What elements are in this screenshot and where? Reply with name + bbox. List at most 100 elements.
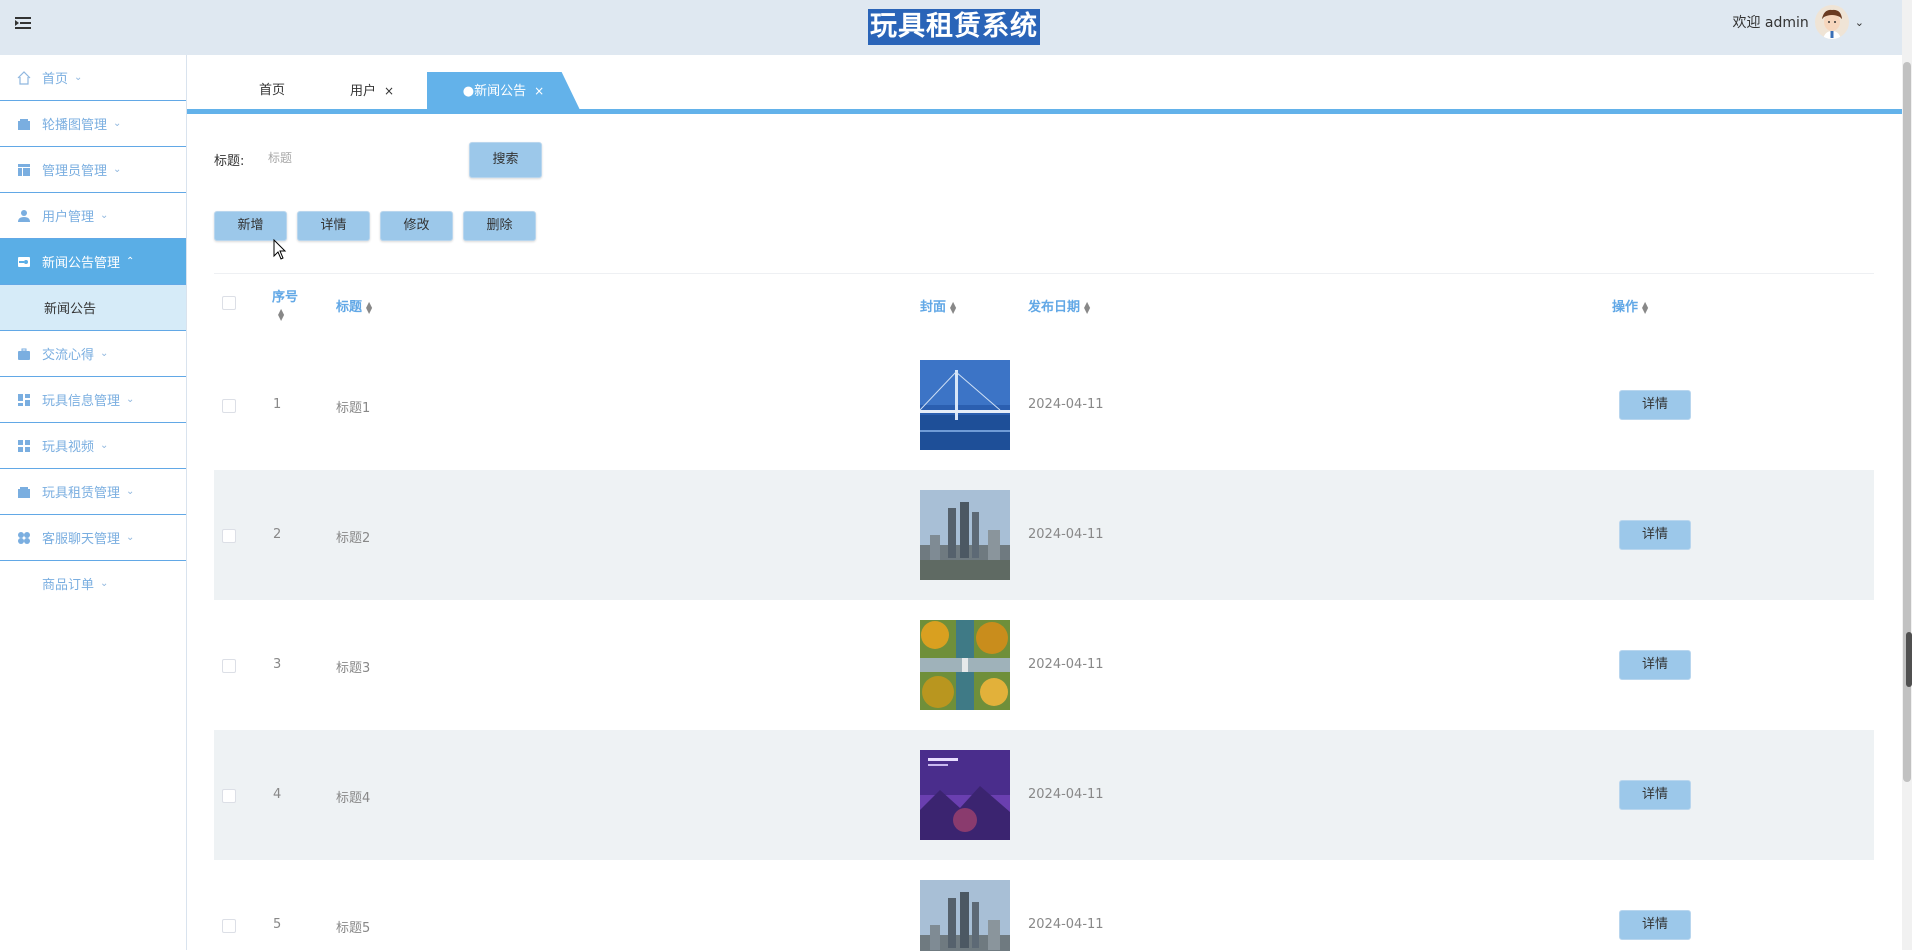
row-checkbox[interactable] [222, 529, 236, 543]
row-index: 4 [273, 787, 282, 802]
close-icon[interactable]: × [384, 84, 394, 98]
sort-icon[interactable]: ▲ ▼ [950, 300, 956, 314]
delete-button[interactable]: 删除 [463, 211, 536, 241]
folder-icon [16, 116, 32, 132]
table-row[interactable]: 3 标题3 2024-04-11 详情 [214, 600, 1874, 730]
table-row[interactable]: 4 标题4 2024-04-11 详情 [214, 730, 1874, 860]
row-detail-button[interactable]: 详情 [1619, 520, 1691, 550]
row-detail-button[interactable]: 详情 [1619, 910, 1691, 940]
search-input[interactable] [266, 143, 460, 173]
chevron-down-icon: ⌄ [126, 486, 135, 497]
row-checkbox[interactable] [222, 919, 236, 933]
sidebar-subitem-news[interactable]: 新闻公告 [0, 285, 186, 331]
layout-icon [16, 162, 32, 178]
row-title: 标题4 [336, 791, 371, 806]
cover-image-park[interactable] [920, 620, 1010, 710]
chevron-up-icon: ⌃ [126, 256, 135, 267]
grid-icon [16, 438, 32, 454]
column-label: 标题 [336, 300, 363, 315]
sidebar: 首页 ⌄ 轮播图管理 ⌄ 管理员管理 ⌄ 用户管理 ⌄ 新闻公告管理 ⌃ 新闻公… [0, 55, 187, 950]
row-detail-button[interactable]: 详情 [1619, 780, 1691, 810]
sidebar-item-carousel[interactable]: 轮播图管理 ⌄ [0, 101, 186, 147]
page-scrollbar[interactable] [1902, 0, 1912, 950]
row-title: 标题5 [336, 921, 371, 936]
avatar[interactable] [1814, 5, 1849, 39]
tab-label: 用户 [349, 84, 376, 99]
sidebar-item-exchange[interactable]: 交流心得 ⌄ [0, 331, 186, 377]
tab-news[interactable]: ●新闻公告 × [427, 72, 580, 110]
news-table: 序号 ▲ ▼ 标题 ▲ ▼ 封面 ▲ ▼ 发布日期 ▲ ▼ 操作 ▲ ▼ 1 标题1 [214, 273, 1874, 951]
cover-image-purple-poster[interactable] [920, 750, 1010, 840]
sidebar-item-label: 轮播图管理 [42, 118, 108, 133]
top-header: 玩具租赁系统 欢迎 admin ⌄ [0, 0, 1902, 55]
chevron-down-icon: ⌄ [126, 532, 135, 543]
column-label: 封面 [920, 300, 947, 315]
row-title: 标题2 [336, 531, 371, 546]
column-label: 操作 [1612, 300, 1639, 315]
table-row[interactable]: 2 标题2 2024-04-11 详情 [214, 470, 1874, 600]
sidebar-item-users[interactable]: 用户管理 ⌄ [0, 193, 186, 239]
sidebar-item-toy-video[interactable]: 玩具视频 ⌄ [0, 423, 186, 469]
sidebar-item-toy-rental[interactable]: 玩具租赁管理 ⌄ [0, 469, 186, 515]
sort-icon[interactable]: ▲ ▼ [1084, 300, 1090, 314]
card-icon [16, 254, 32, 270]
chevron-down-icon: ⌄ [100, 210, 109, 221]
sidebar-item-home[interactable]: 首页 ⌄ [0, 55, 186, 101]
sidebar-item-label: 首页 [42, 72, 69, 87]
row-date: 2024-04-11 [1028, 917, 1104, 932]
row-detail-button[interactable]: 详情 [1619, 390, 1691, 420]
tab-label: 首页 [258, 83, 285, 98]
add-button[interactable]: 新增 [214, 211, 287, 241]
row-checkbox[interactable] [222, 399, 236, 413]
edit-button[interactable]: 修改 [380, 211, 453, 241]
search-label: 标题: [214, 154, 245, 169]
sidebar-item-label: 玩具视频 [42, 440, 95, 455]
row-index: 2 [273, 527, 282, 542]
search-button[interactable]: 搜索 [469, 142, 542, 178]
apps-icon [16, 530, 32, 546]
chevron-down-icon: ⌄ [100, 440, 109, 451]
column-label: 序号 [272, 290, 299, 305]
row-date: 2024-04-11 [1028, 657, 1104, 672]
user-menu[interactable]: 欢迎 admin ⌄ [1732, 5, 1864, 39]
column-header-cover[interactable]: 封面 ▲ ▼ [920, 296, 956, 315]
sidebar-item-news[interactable]: 新闻公告管理 ⌃ [0, 239, 186, 285]
row-index: 3 [273, 657, 282, 672]
sidebar-item-orders[interactable]: 商品订单 ⌄ [0, 561, 186, 606]
close-icon[interactable]: × [534, 84, 544, 98]
mouse-cursor-icon [273, 239, 287, 260]
tab-users[interactable]: 用户 × [327, 72, 417, 110]
cover-image-bridge[interactable] [920, 360, 1010, 450]
sort-icon[interactable]: ▲ ▼ [278, 308, 298, 322]
cover-image-city[interactable] [920, 880, 1010, 951]
tab-label: ●新闻公告 [462, 84, 527, 99]
table-row[interactable]: 1 标题1 2024-04-11 详情 [214, 340, 1874, 470]
sidebar-item-chat[interactable]: 客服聊天管理 ⌄ [0, 515, 186, 561]
column-label: 发布日期 [1028, 300, 1081, 315]
chevron-down-icon: ⌄ [113, 118, 122, 129]
row-index: 1 [273, 397, 282, 412]
column-header-date[interactable]: 发布日期 ▲ ▼ [1028, 296, 1090, 315]
row-detail-button[interactable]: 详情 [1619, 650, 1691, 680]
chevron-down-icon[interactable]: ⌄ [1855, 16, 1864, 29]
sort-icon[interactable]: ▲ ▼ [1642, 300, 1648, 314]
app-title: 玩具租赁系统 [868, 9, 1040, 45]
menu-toggle-icon[interactable] [14, 14, 32, 32]
select-all-checkbox[interactable] [222, 296, 236, 310]
row-checkbox[interactable] [222, 659, 236, 673]
detail-button[interactable]: 详情 [297, 211, 370, 241]
chevron-down-icon: ⌄ [74, 72, 83, 83]
sidebar-item-toy-info[interactable]: 玩具信息管理 ⌄ [0, 377, 186, 423]
folder-icon [16, 484, 32, 500]
sort-icon[interactable]: ▲ ▼ [366, 300, 372, 314]
column-header-index[interactable]: 序号 ▲ ▼ [272, 286, 299, 322]
column-header-action[interactable]: 操作 ▲ ▼ [1612, 296, 1648, 315]
cover-image-city[interactable] [920, 490, 1010, 580]
tab-bar: 首页 用户 × ●新闻公告 × [187, 72, 1902, 110]
row-checkbox[interactable] [222, 789, 236, 803]
column-header-title[interactable]: 标题 ▲ ▼ [336, 296, 372, 315]
sidebar-item-admins[interactable]: 管理员管理 ⌄ [0, 147, 186, 193]
tab-home[interactable]: 首页 [227, 72, 317, 110]
table-row[interactable]: 5 标题5 2024-04-11 详情 [214, 860, 1874, 951]
chevron-down-icon: ⌄ [113, 164, 122, 175]
